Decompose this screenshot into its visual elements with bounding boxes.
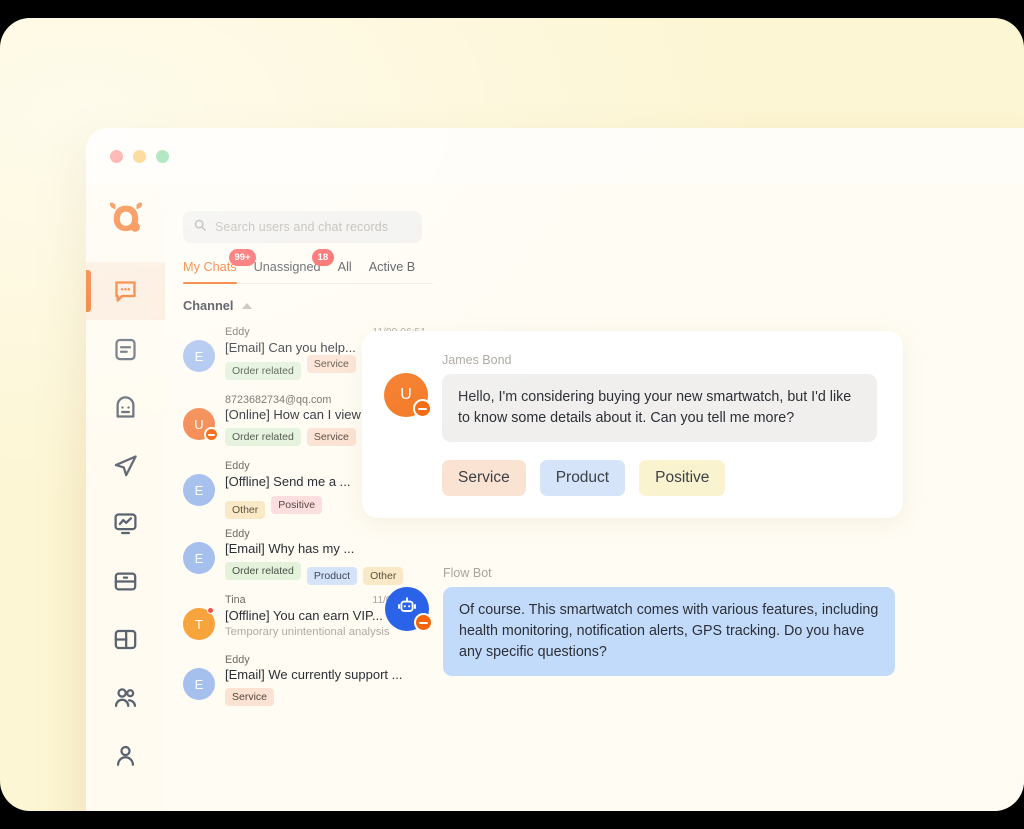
message-bubble: Hello, I'm considering buying your new s… xyxy=(442,374,877,443)
tab-active-b[interactable]: Active B xyxy=(369,260,416,276)
tag-service[interactable]: Service xyxy=(306,428,356,446)
tag-service[interactable]: Service xyxy=(442,460,526,497)
tag-service[interactable]: Service xyxy=(306,355,356,373)
chat-filter-tabs: My Chats 99+ Unassigned 18 All Active B xyxy=(183,249,433,284)
chat-contact-name: Eddy xyxy=(225,460,250,472)
user-icon xyxy=(112,742,139,769)
drawer-icon xyxy=(112,568,139,595)
tab-label: All xyxy=(337,260,352,274)
sidebar-item-analytics[interactable] xyxy=(86,494,165,552)
unread-dot xyxy=(207,607,214,614)
tab-badge: 99+ xyxy=(229,249,256,266)
tab-badge: 18 xyxy=(312,249,334,266)
chat-message-preview: [Offline] Send me a ... xyxy=(225,474,351,489)
user-message-card: U James Bond Hello, I'm considering buyi… xyxy=(362,331,903,519)
avatar-letter: E xyxy=(194,482,204,498)
bot-message-block: Flow Bot Of course. This smartwatch come… xyxy=(385,566,895,677)
search-icon xyxy=(193,218,207,237)
chat-contact-name: Eddy xyxy=(225,528,250,540)
chat-row-header: Eddy xyxy=(225,528,426,540)
chat-contact-name: Eddy xyxy=(225,654,250,666)
chat-message-preview: [Email] Why has my ... xyxy=(225,541,355,556)
search-input[interactable]: Search users and chat records xyxy=(215,220,388,234)
page-background: Search users and chat records My Chats 99… xyxy=(0,18,1024,811)
chat-message-preview: [Offline] You can earn VIP... xyxy=(225,608,383,623)
avatar xyxy=(385,587,433,632)
avatar-letter: U xyxy=(400,386,412,403)
channel-sort-header[interactable]: Channel xyxy=(183,298,442,313)
sidebar-item-chats[interactable] xyxy=(86,262,165,320)
robot-face-icon xyxy=(112,394,139,421)
search-bar[interactable]: Search users and chat records xyxy=(183,211,422,243)
sidebar-item-layout[interactable] xyxy=(86,610,165,668)
chat-row-preview: [Email] Why has my ... xyxy=(225,541,426,556)
chat-contact-name: 8723682734@qq.com xyxy=(225,394,332,406)
left-nav-rail xyxy=(86,184,165,811)
channel-label: Channel xyxy=(183,298,234,313)
avatar-letter: U xyxy=(194,416,204,432)
tag-order[interactable]: Order related xyxy=(225,362,301,380)
tab-label: Active B xyxy=(368,260,416,274)
document-icon xyxy=(112,336,139,363)
avatar: U xyxy=(384,373,432,418)
online-status-icon xyxy=(204,427,219,442)
avatar: E xyxy=(183,474,215,506)
message-tags: Service Product Positive xyxy=(442,460,877,497)
avatar-letter: E xyxy=(194,550,204,566)
monitor-chart-icon xyxy=(112,510,139,537)
avatar-letter: E xyxy=(194,348,204,364)
avatar: E xyxy=(183,340,215,372)
sort-ascending-icon[interactable] xyxy=(242,302,253,309)
sidebar-item-profile[interactable] xyxy=(86,726,165,784)
sidebar-item-archive[interactable] xyxy=(86,552,165,610)
chat-tags: Service xyxy=(225,688,426,706)
tab-label: Unassigned xyxy=(253,260,321,274)
tag-order[interactable]: Order related xyxy=(225,428,301,446)
tab-all[interactable]: All xyxy=(338,260,352,276)
tag-order[interactable]: Order related xyxy=(225,562,301,580)
message-sender-name: James Bond xyxy=(442,353,512,367)
users-group-icon xyxy=(112,684,139,711)
message-sender-name: Flow Bot xyxy=(443,566,492,580)
app-window: Search users and chat records My Chats 99… xyxy=(86,128,1024,811)
tab-unassigned[interactable]: Unassigned 18 xyxy=(253,249,334,276)
conversation-panel: U James Bond Hello, I'm considering buyi… xyxy=(362,184,1024,811)
ox-logo xyxy=(103,194,149,240)
tab-label: My Chats xyxy=(183,260,237,274)
avatar-letter: E xyxy=(194,676,204,692)
online-status-icon xyxy=(414,613,433,632)
tag-other[interactable]: Other xyxy=(225,501,266,519)
avatar: T xyxy=(183,607,215,640)
chat-bubble-icon xyxy=(112,278,139,305)
tag-positive[interactable]: Positive xyxy=(271,496,323,514)
chat-message-preview: [Email] Can you help... xyxy=(225,340,356,355)
chat-contact-name: Tina xyxy=(225,594,246,606)
online-status-icon xyxy=(413,399,432,418)
avatar: E xyxy=(183,668,215,700)
app-body: Search users and chat records My Chats 99… xyxy=(86,184,1024,811)
paper-plane-icon xyxy=(112,452,139,479)
layout-panel-icon xyxy=(112,626,139,653)
sidebar-item-bot[interactable] xyxy=(86,378,165,436)
tag-product[interactable]: Product xyxy=(306,567,358,585)
message-bubble: Of course. This smartwatch comes with va… xyxy=(443,587,895,677)
close-button[interactable] xyxy=(110,149,123,163)
window-titlebar xyxy=(86,128,1024,184)
minimize-button[interactable] xyxy=(133,149,146,163)
tag-service[interactable]: Service xyxy=(225,688,275,706)
tab-my-chats[interactable]: My Chats 99+ xyxy=(183,249,256,284)
avatar-letter: T xyxy=(195,616,203,632)
sidebar-item-teams[interactable] xyxy=(86,668,165,726)
chat-contact-name: Eddy xyxy=(225,326,250,338)
chat-message-preview: [Email] We currently support ... xyxy=(225,667,403,682)
sidebar-item-documents[interactable] xyxy=(86,320,165,378)
tag-positive[interactable]: Positive xyxy=(639,460,726,497)
avatar: E xyxy=(183,542,215,574)
maximize-button[interactable] xyxy=(156,149,169,163)
sidebar-item-broadcast[interactable] xyxy=(86,436,165,494)
avatar: U xyxy=(183,408,219,442)
tag-product[interactable]: Product xyxy=(539,460,626,497)
